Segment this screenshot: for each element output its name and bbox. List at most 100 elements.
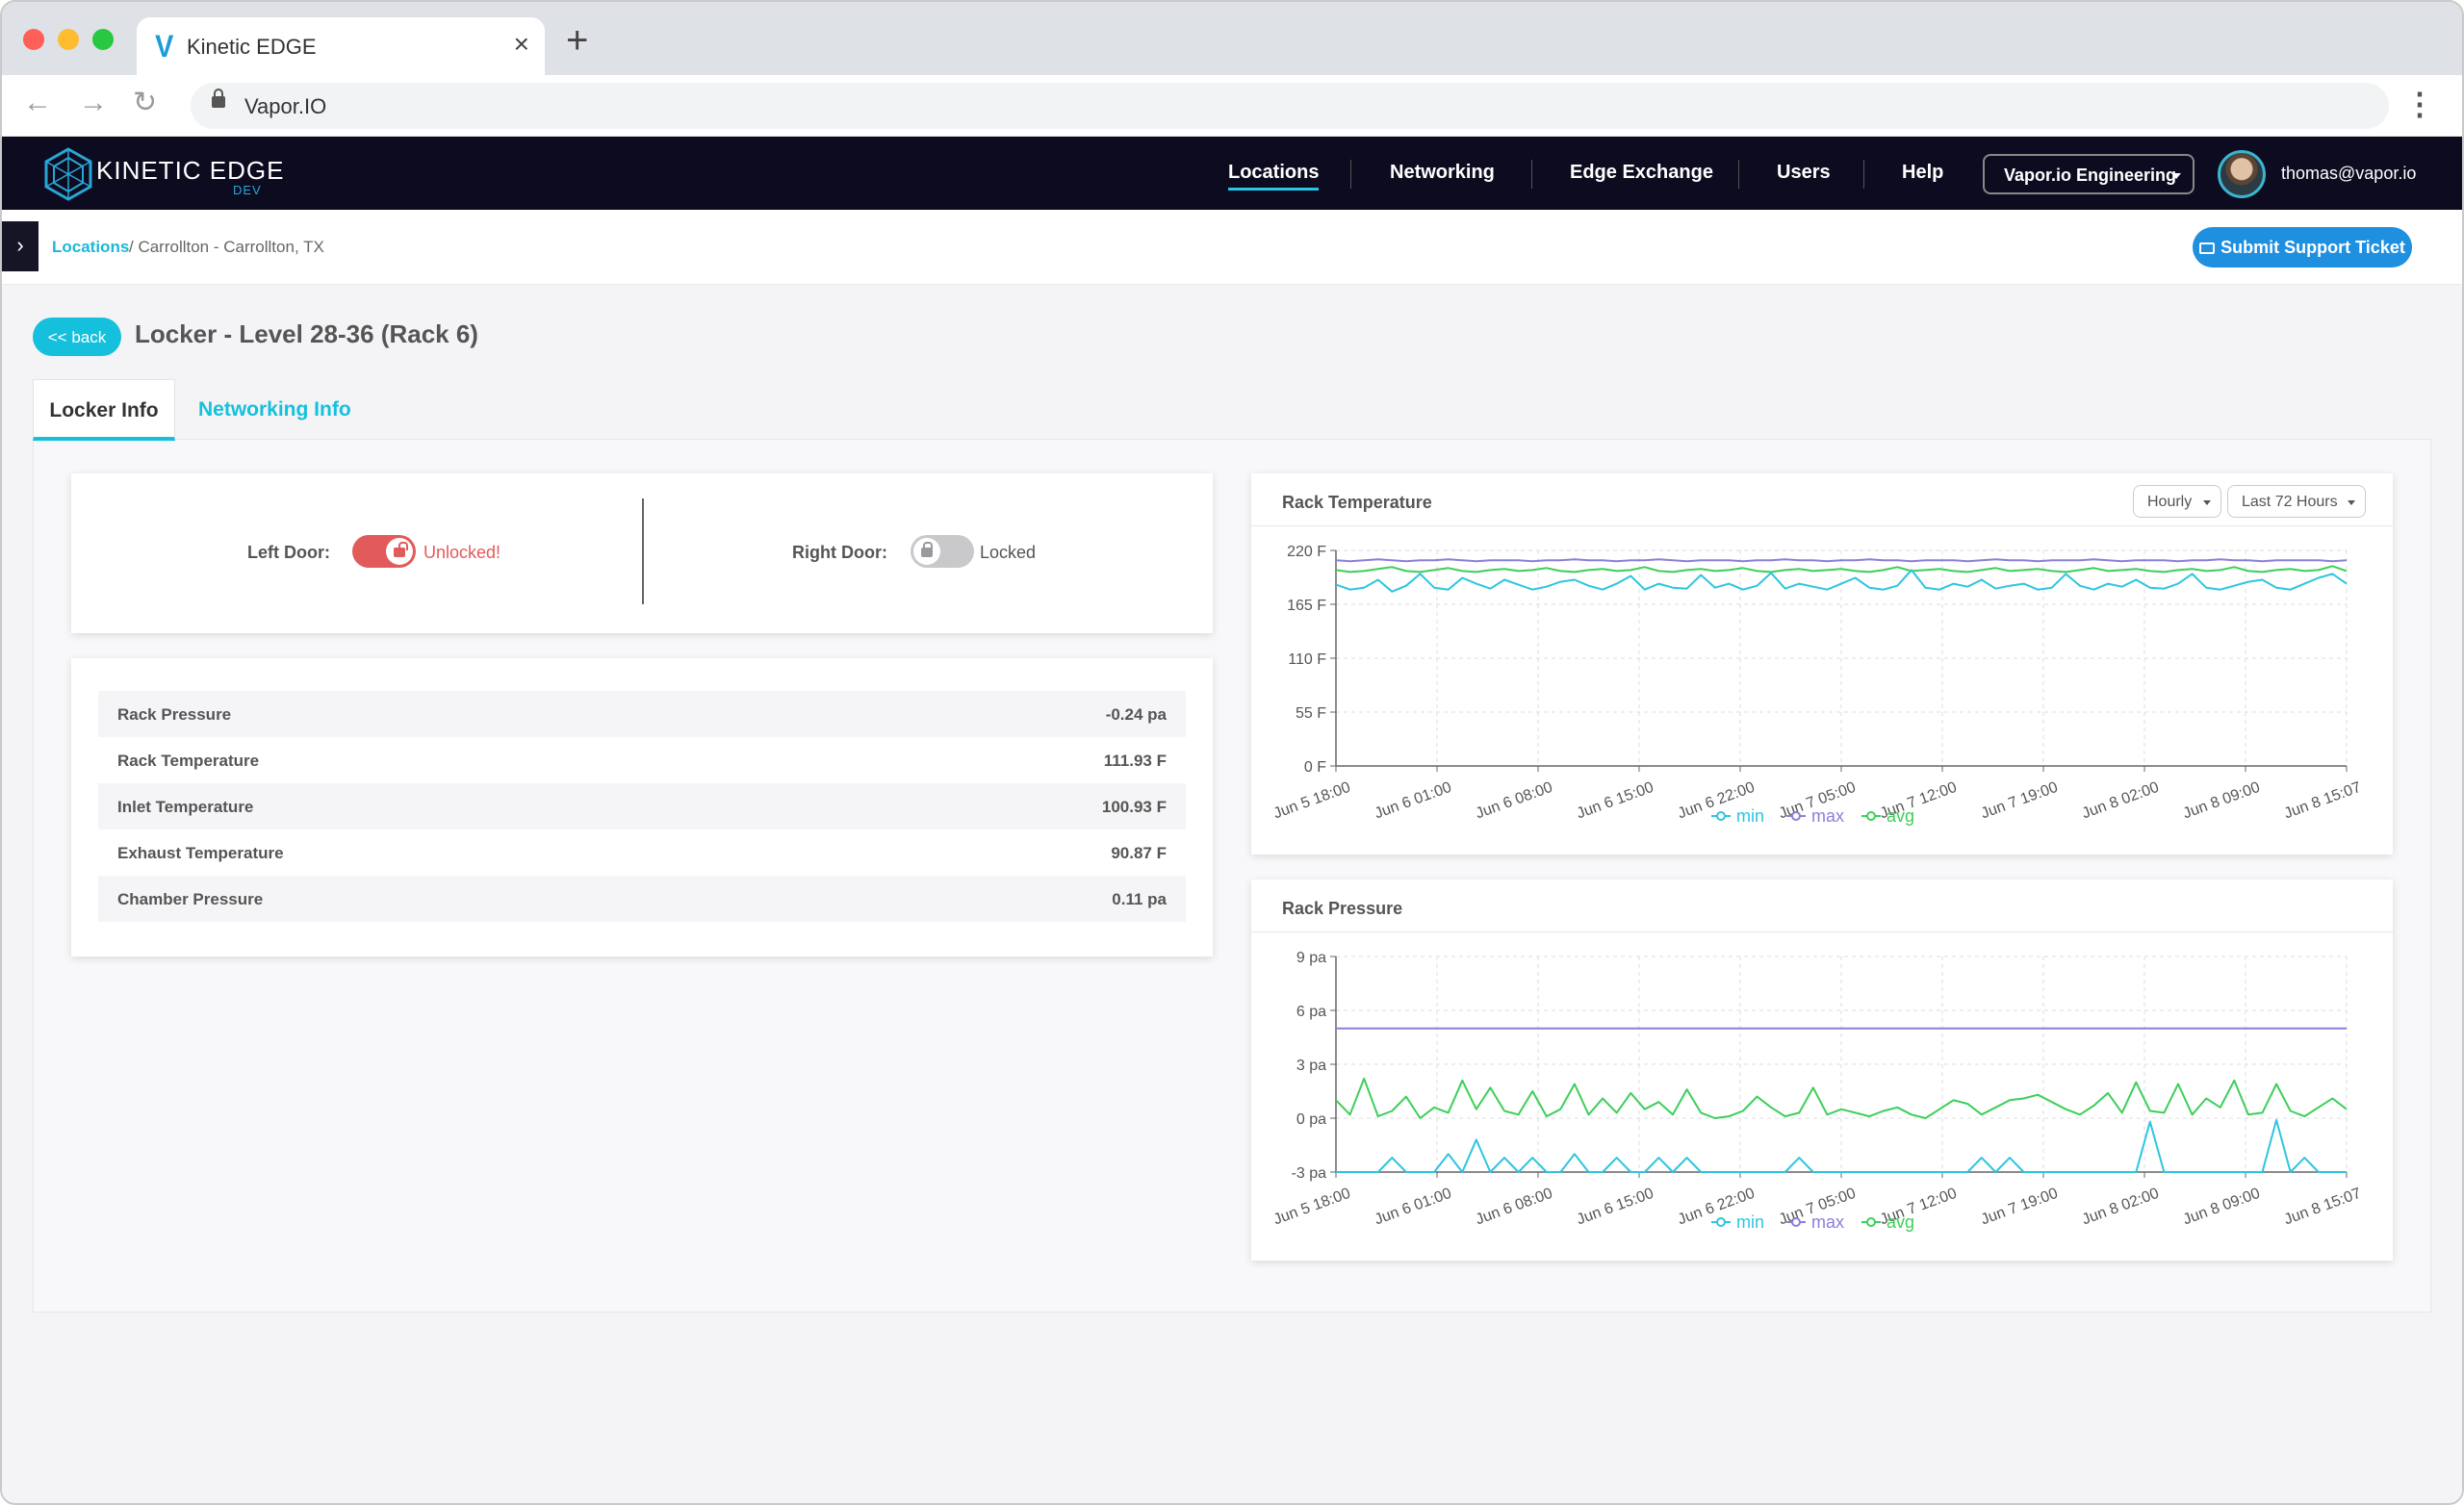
legend-label-max[interactable]: max: [1811, 806, 1844, 826]
x-tick-label: Jun 6 08:00: [1474, 1186, 1554, 1229]
rack-temperature-chart: 220 F 165 F 110 F 55 F 0 F Jun 5 18:00 Jun 6 0…: [1271, 544, 2363, 826]
x-tick-label: Jun 8 02:00: [2080, 779, 2161, 823]
series-line-max: [1335, 558, 2348, 563]
y-tick-label: 0 pa: [1296, 1111, 1326, 1128]
metric-value: 111.93 F: [1103, 752, 1167, 770]
toggle-knob: [386, 538, 413, 565]
x-tick-label: Jun 6 01:00: [1373, 1186, 1453, 1229]
submit-support-ticket-label: Submit Support Ticket: [2220, 238, 2405, 257]
tab-networking-info[interactable]: Networking Info: [198, 379, 351, 441]
browser-tabstrip: V Kinetic EDGE × +: [2, 2, 2462, 75]
x-tick-label: Jun 6 01:00: [1373, 779, 1453, 823]
legend-marker-avg: [1866, 1217, 1876, 1227]
door-divider: [642, 498, 644, 604]
x-tick-label: Jun 7 19:00: [1979, 1186, 2060, 1229]
x-tick-label: Jun 8 15:07: [2282, 1186, 2363, 1229]
sidebar-toggle-button[interactable]: ›: [2, 221, 38, 271]
browser-toolbar: ← → ↻ Vapor.IO ⋮: [2, 75, 2462, 137]
legend-marker-max: [1791, 1217, 1801, 1227]
legend-label-avg[interactable]: avg: [1886, 806, 1914, 826]
back-button[interactable]: << back: [33, 318, 121, 356]
minimize-window-button[interactable]: [58, 29, 79, 50]
metric-value: 100.93 F: [1101, 798, 1167, 816]
x-tick-label: Jun 8 02:00: [2080, 1186, 2161, 1229]
nav-locations[interactable]: Locations: [1228, 162, 1320, 191]
maximize-window-button[interactable]: [92, 29, 114, 50]
nav-users[interactable]: Users: [1777, 162, 1831, 184]
forward-arrow-icon[interactable]: →: [79, 89, 108, 117]
back-arrow-icon[interactable]: ←: [23, 89, 52, 117]
legend-marker-max: [1791, 811, 1801, 821]
reload-icon[interactable]: ↻: [133, 89, 157, 117]
unlocked-padlock-icon: [394, 542, 408, 557]
right-door-status: Locked: [980, 543, 1037, 562]
metric-row: Rack Temperature 111.93 F: [98, 737, 1186, 783]
x-tick-label: Jun 8 09:00: [2181, 779, 2262, 823]
legend-label-min[interactable]: min: [1736, 806, 1764, 826]
x-tick-label: Jun 7 19:00: [1979, 779, 2060, 823]
metric-name: Chamber Pressure: [117, 890, 264, 908]
x-tick-label: Jun 6 15:00: [1575, 779, 1656, 823]
metric-row: Rack Pressure -0.24 pa: [98, 691, 1186, 737]
new-tab-button[interactable]: +: [566, 21, 588, 60]
address-text: Vapor.IO: [244, 94, 327, 118]
y-tick-label: 110 F: [1288, 651, 1326, 668]
y-tick-label: 165 F: [1287, 598, 1326, 614]
y-tick-label: 55 F: [1296, 705, 1326, 722]
close-window-button[interactable]: [23, 29, 44, 50]
breadcrumb-bar: › Locations / Carrollton - Carrollton, T…: [2, 210, 2462, 285]
page-title: Locker - Level 28-36 (Rack 6): [135, 319, 478, 348]
kinetic-edge-logo-icon: [44, 147, 92, 201]
submit-support-ticket-button[interactable]: Submit Support Ticket: [2193, 227, 2412, 268]
caret-down-icon: [2171, 173, 2181, 179]
legend-label-max[interactable]: max: [1811, 1212, 1844, 1232]
metric-row: Chamber Pressure 0.11 pa: [98, 876, 1186, 922]
app-header: KINETIC EDGE DEV Locations Networking Ed…: [2, 137, 2462, 210]
metric-name: Rack Pressure: [117, 705, 232, 724]
legend-marker-min: [1716, 811, 1726, 821]
nav-edge-exchange[interactable]: Edge Exchange: [1570, 162, 1713, 184]
metric-row: Inlet Temperature 100.93 F: [98, 783, 1186, 829]
logo-environment: DEV: [233, 183, 262, 197]
envelope-icon: [2199, 242, 2216, 254]
right-door-label: Right Door:: [792, 543, 887, 562]
y-tick-label: 220 F: [1287, 544, 1326, 560]
x-tick-label: Jun 6 15:00: [1575, 1186, 1656, 1229]
toggle-knob: [913, 538, 940, 565]
breadcrumb-current: / Carrollton - Carrollton, TX: [129, 238, 324, 256]
nav-networking[interactable]: Networking: [1390, 162, 1495, 184]
x-tick-label: Jun 8 09:00: [2181, 1186, 2262, 1229]
user-email[interactable]: thomas@vapor.io: [2281, 164, 2416, 184]
address-bar[interactable]: Vapor.IO: [191, 83, 2389, 129]
metric-row: Exhaust Temperature 90.87 F: [98, 829, 1186, 876]
rack-pressure-chart: 9 pa 6 pa 3 pa 0 pa -3 pa Jun 5 18:00 Jun 6 01…: [1271, 950, 2363, 1232]
right-door-toggle[interactable]: [911, 535, 974, 568]
avatar[interactable]: [2218, 150, 2266, 198]
organization-select[interactable]: Vapor.io Engineering: [1983, 154, 2194, 194]
nav-separator: [1350, 160, 1351, 189]
browser-tab-title: Kinetic EDGE: [187, 35, 317, 59]
breadcrumb-locations-link[interactable]: Locations: [52, 238, 129, 257]
nav-help[interactable]: Help: [1902, 162, 1943, 184]
metrics-card: Rack Pressure -0.24 pa Rack Temperature …: [71, 658, 1213, 957]
y-tick-label: 3 pa: [1296, 1058, 1326, 1074]
tab-locker-info[interactable]: Locker Info: [33, 379, 175, 441]
browser-tab[interactable]: V Kinetic EDGE ×: [137, 17, 545, 75]
rack-temperature-chart-card: Rack Temperature Hourly Last 72 Hours 22…: [1251, 473, 2393, 855]
metric-value: 0.11 pa: [1112, 890, 1167, 908]
close-tab-icon[interactable]: ×: [514, 29, 529, 60]
browser-menu-icon[interactable]: ⋮: [2404, 89, 2435, 119]
locked-padlock-icon: [921, 542, 933, 557]
legend-marker-min: [1716, 1217, 1726, 1227]
lock-icon: [212, 89, 225, 108]
legend-label-min[interactable]: min: [1736, 1212, 1764, 1232]
metric-value: 90.87 F: [1111, 844, 1167, 862]
series-line-min: [1335, 569, 2348, 593]
nav-separator: [1863, 160, 1864, 189]
favicon-icon: V: [155, 29, 174, 64]
x-tick-label: Jun 8 15:07: [2282, 779, 2363, 823]
x-tick-label: Jun 5 18:00: [1271, 1186, 1352, 1229]
legend-label-avg[interactable]: avg: [1886, 1212, 1914, 1232]
nav-separator: [1531, 160, 1532, 189]
left-door-toggle[interactable]: [352, 535, 416, 568]
